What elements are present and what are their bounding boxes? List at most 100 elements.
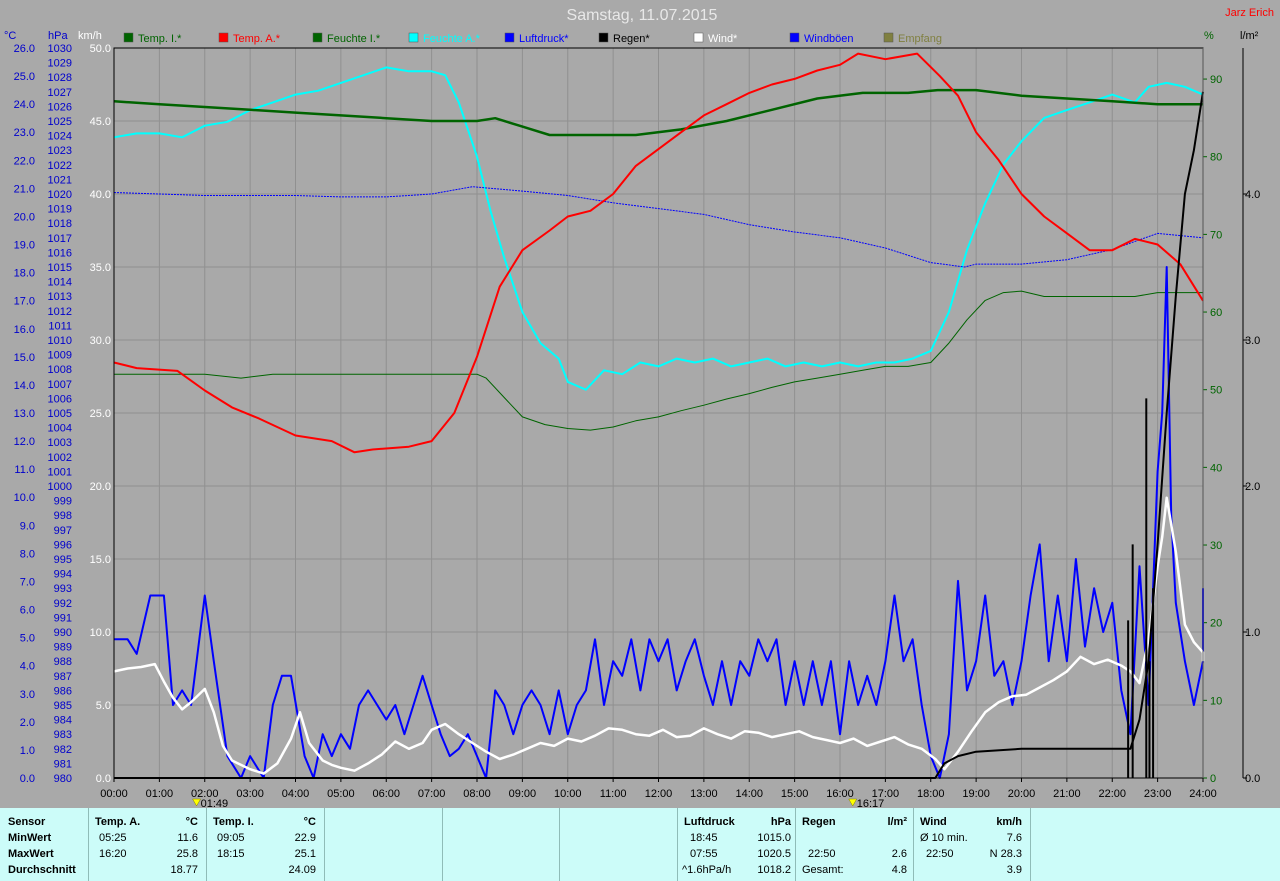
temp-tick-label: 4.0	[20, 661, 35, 673]
luftdruck-min-value: 1015.0	[757, 832, 791, 844]
temp-tick-label: 14.0	[14, 380, 35, 392]
temp-i-max-time: 18:15	[217, 848, 245, 860]
legend-swatch	[123, 32, 134, 43]
temp-i-max-value: 25.1	[294, 848, 316, 860]
pressure-tick-label: 1019	[48, 204, 72, 216]
temp-a-avg-value: 18.77	[170, 864, 198, 876]
stats-labels: Sensor MinWert MaxWert Durchschnitt	[0, 808, 89, 881]
humidity-tick-label: 90	[1210, 74, 1222, 86]
regen-title: Regen	[802, 816, 836, 828]
pressure-tick-label: 1001	[48, 466, 72, 478]
wind-title: Wind	[920, 816, 947, 828]
humidity-axis-unit: %	[1204, 30, 1214, 42]
pressure-tick-label: 1011	[48, 320, 72, 332]
maxwert-label: MaxWert	[8, 848, 54, 860]
x-tick-label: 22:00	[1098, 788, 1126, 800]
regen-total-label: Gesamt:	[802, 864, 844, 876]
humidity-tick-label: 0	[1210, 773, 1216, 785]
temp-tick-label: 1.0	[20, 745, 35, 757]
temp-tick-label: 5.0	[20, 633, 35, 645]
humidity-tick-label: 20	[1210, 618, 1222, 630]
wind-avg-label: Ø 10 min.	[920, 832, 968, 844]
durchschnitt-label: Durchschnitt	[8, 864, 76, 876]
pressure-tick-label: 990	[54, 627, 72, 639]
pressure-tick-label: 992	[54, 598, 72, 610]
stats-regen: Regen l/m² 22:50 2.6 Gesamt: 4.8	[796, 808, 914, 881]
temp-tick-label: 3.0	[20, 689, 35, 701]
x-tick-label: 14:00	[735, 788, 763, 800]
pressure-tick-label: 998	[54, 510, 72, 522]
pressure-tick-label: 985	[54, 700, 72, 712]
rain-tick-label: 4.0	[1245, 189, 1260, 201]
humidity-tick-label: 40	[1210, 462, 1222, 474]
temp-tick-label: 22.0	[14, 155, 35, 167]
wind-tick-label: 30.0	[90, 335, 111, 347]
x-tick-label: 21:00	[1053, 788, 1081, 800]
temp-axis-unit: °C	[4, 30, 16, 42]
temp-a-unit: °C	[185, 816, 198, 828]
pressure-tick-label: 1009	[48, 350, 72, 362]
pressure-tick-label: 991	[54, 612, 72, 624]
legend-label: Wind*	[708, 33, 738, 45]
x-tick-label: 24:00	[1189, 788, 1217, 800]
x-tick-label: 19:00	[962, 788, 990, 800]
pressure-tick-label: 989	[54, 642, 72, 654]
legend-label: Feuchte A.*	[423, 33, 481, 45]
legend-label: Temp. A.*	[233, 33, 281, 45]
luftdruck-title: Luftdruck	[684, 816, 735, 828]
pressure-tick-label: 1000	[48, 481, 72, 493]
temp-tick-label: 7.0	[20, 576, 35, 588]
temp-tick-label: 24.0	[14, 99, 35, 111]
wind-tick-label: 35.0	[90, 262, 111, 274]
temp-tick-label: 15.0	[14, 352, 35, 364]
humidity-tick-label: 30	[1210, 540, 1222, 552]
humidity-tick-label: 50	[1210, 385, 1222, 397]
temp-tick-label: 9.0	[20, 520, 35, 532]
x-tick-label: 06:00	[372, 788, 400, 800]
legend-swatch	[312, 32, 323, 43]
legend: Temp. I.* Temp. A.* Feuchte I.* Feuchte A.*…	[123, 32, 942, 45]
pressure-tick-label: 981	[54, 758, 72, 770]
wind-tick-label: 10.0	[90, 627, 111, 639]
stats-temp-a: Temp. A. °C 05:25 11.6 16:20 25.8 18.77	[89, 808, 207, 881]
wind-tick-label: 15.0	[90, 554, 111, 566]
legend-swatch	[883, 32, 894, 43]
wind-axis-unit: km/h	[78, 30, 102, 42]
temp-i-unit: °C	[303, 816, 316, 828]
pressure-tick-label: 1027	[48, 87, 72, 99]
x-tick-label: 23:00	[1144, 788, 1172, 800]
x-tick-label: 01:00	[146, 788, 174, 800]
rain-tick-label: 1.0	[1245, 627, 1260, 639]
pressure-tick-label: 1030	[48, 43, 72, 55]
statistics-panel: Sensor MinWert MaxWert Durchschnitt Temp…	[0, 808, 1280, 881]
temp-tick-label: 20.0	[14, 211, 35, 223]
pressure-tick-label: 988	[54, 656, 72, 668]
minwert-label: MinWert	[8, 832, 52, 844]
x-tick-label: 12:00	[645, 788, 673, 800]
pressure-tick-label: 1026	[48, 101, 72, 113]
luftdruck-min-time: 18:45	[690, 832, 718, 844]
pressure-tick-label: 1004	[48, 423, 72, 435]
stats-luftdruck: Luftdruck hPa 18:45 1015.0 07:55 1020.5 ^1.…	[678, 808, 796, 881]
rain-tick-label: 2.0	[1245, 481, 1260, 493]
temp-tick-label: 6.0	[20, 605, 35, 617]
weather-chart: Samstag, 11.07.2015 Jarz Erich Temp. I.*…	[0, 0, 1280, 808]
pressure-tick-label: 993	[54, 583, 72, 595]
pressure-tick-label: 1014	[48, 277, 72, 289]
regen-total-value: 4.8	[891, 864, 907, 876]
pressure-tick-label: 986	[54, 685, 72, 697]
pressure-tick-label: 987	[54, 671, 72, 683]
pressure-tick-label: 1022	[48, 160, 72, 172]
sun-marker-label: 16:17	[857, 798, 885, 808]
pressure-tick-label: 999	[54, 496, 72, 508]
legend-swatch	[504, 32, 515, 43]
legend-swatch	[598, 32, 609, 43]
pressure-tick-label: 1005	[48, 408, 72, 420]
humidity-tick-label: 10	[1210, 695, 1222, 707]
temp-tick-label: 10.0	[14, 492, 35, 504]
regen-unit: l/m²	[887, 816, 907, 828]
temp-tick-label: 21.0	[14, 183, 35, 195]
wind-max-time: 22:50	[926, 848, 954, 860]
pressure-tick-label: 1006	[48, 393, 72, 405]
wind-tick-label: 45.0	[90, 116, 111, 128]
